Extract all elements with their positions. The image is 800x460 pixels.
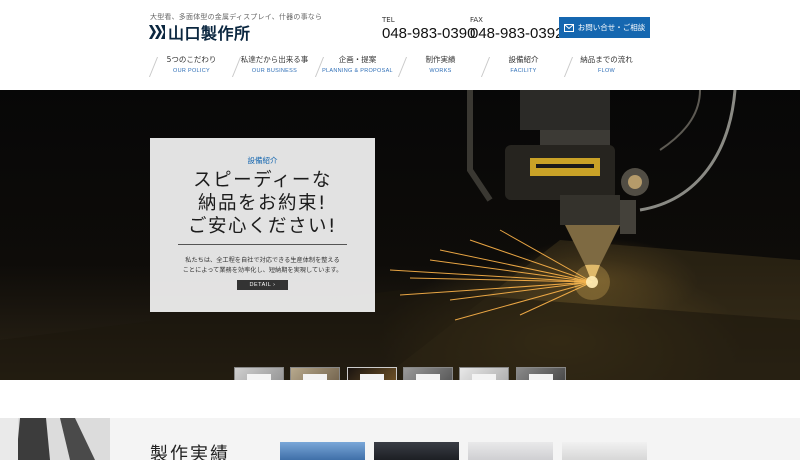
nav-item-sublabel: WORKS <box>429 68 452 74</box>
nav-item-label: 納品までの流れ <box>580 55 633 64</box>
hero-headline-line: 納品をお約束! <box>198 193 327 214</box>
nav-item-facility[interactable]: 設備紹介 FACILITY <box>482 54 565 80</box>
slider-thumb-6[interactable] <box>516 367 566 380</box>
logo-text: 山口製作所 <box>168 24 251 43</box>
works-section-title: 製作実績 <box>150 444 230 460</box>
tel-block: TEL 048-983-0390 <box>382 16 475 42</box>
work-thumb-1[interactable] <box>280 442 365 460</box>
fax-block: FAX 048-983-0392 <box>470 16 563 42</box>
contact-button[interactable]: お問い合せ・ご相談 <box>559 17 650 38</box>
work-thumb-4[interactable] <box>562 442 647 460</box>
works-section: 製作実績 <box>0 418 800 460</box>
main-nav: 5つのこだわり OUR POLICY 私達だから出来る事 OUR BUSINES… <box>150 54 648 80</box>
nav-item-label: 私達だから出来る事 <box>240 55 309 64</box>
fax-label: FAX <box>470 16 483 24</box>
hero-divider <box>178 244 347 245</box>
nav-item-works[interactable]: 制作実績 WORKS <box>399 54 482 80</box>
nav-item-sublabel: OUR POLICY <box>173 68 210 74</box>
fax-number: 048-983-0392 <box>470 25 564 42</box>
slider-thumb-2[interactable] <box>290 367 340 380</box>
logo-mark-icon <box>148 24 166 40</box>
nav-item-policy[interactable]: 5つのこだわり OUR POLICY <box>150 54 233 80</box>
tel-label: TEL <box>382 16 395 24</box>
hero-headline: スピーディーな 納品をお約束! ご安心ください! <box>150 169 375 238</box>
slider-thumb-4[interactable] <box>403 367 453 380</box>
nav-item-sublabel: FACILITY <box>510 68 537 74</box>
hero-headline-line: ご安心ください! <box>188 216 337 237</box>
slider-thumb-3-active[interactable] <box>347 367 397 380</box>
nav-item-label: 5つのこだわり <box>166 55 217 64</box>
slider-thumb-1[interactable] <box>234 367 284 380</box>
nav-item-business[interactable]: 私達だから出来る事 OUR BUSINESS <box>233 54 316 80</box>
work-thumb-3[interactable] <box>468 442 553 460</box>
slider-thumb-5[interactable] <box>459 367 509 380</box>
hero-caption-card: 設備紹介 スピーディーな 納品をお約束! ご安心ください! 私たちは、全工程を自… <box>150 138 375 312</box>
detail-button[interactable]: DETAIL › <box>237 280 288 290</box>
nav-item-flow[interactable]: 納品までの流れ FLOW <box>565 54 648 80</box>
work-thumb-2[interactable] <box>374 442 459 460</box>
tel-number[interactable]: 048-983-0390 <box>382 25 475 42</box>
hero-laser-image <box>0 90 800 380</box>
nav-item-sublabel: PLANNING & PROPOSAL <box>322 68 393 74</box>
nav-item-label: 制作実績 <box>425 55 456 64</box>
hero-description-line: 私たちは、全工程を自社で対応できる生産体制を整える <box>185 257 340 264</box>
contact-button-label: お問い合せ・ご相談 <box>577 23 646 32</box>
mail-icon <box>563 23 574 32</box>
nav-item-planning[interactable]: 企画・提案 PLANNING & PROPOSAL <box>316 54 399 80</box>
nav-item-label: 企画・提案 <box>338 55 377 64</box>
hero-headline-line: スピーディーな <box>193 170 332 191</box>
hero-description-line: ことによって業務を効率化し、短納期を実現しています。 <box>182 267 343 274</box>
hero-slider[interactable]: 設備紹介 スピーディーな 納品をお約束! ご安心ください! 私たちは、全工程を自… <box>0 90 800 380</box>
nav-item-sublabel: OUR BUSINESS <box>251 68 298 74</box>
hero-category-label: 設備紹介 <box>247 156 278 165</box>
site-header: 大型看、多面体型の金属ディスプレイ、什器の事なら 山口製作所 TEL 048-9… <box>0 0 800 90</box>
hero-description: 私たちは、全工程を自社で対応できる生産体制を整える ことによって業務を効率化し、… <box>150 256 375 276</box>
nav-item-label: 設備紹介 <box>508 55 539 64</box>
nav-item-sublabel: FLOW <box>597 68 616 74</box>
site-logo[interactable]: 山口製作所 <box>148 22 251 43</box>
worker-photo <box>0 418 110 460</box>
